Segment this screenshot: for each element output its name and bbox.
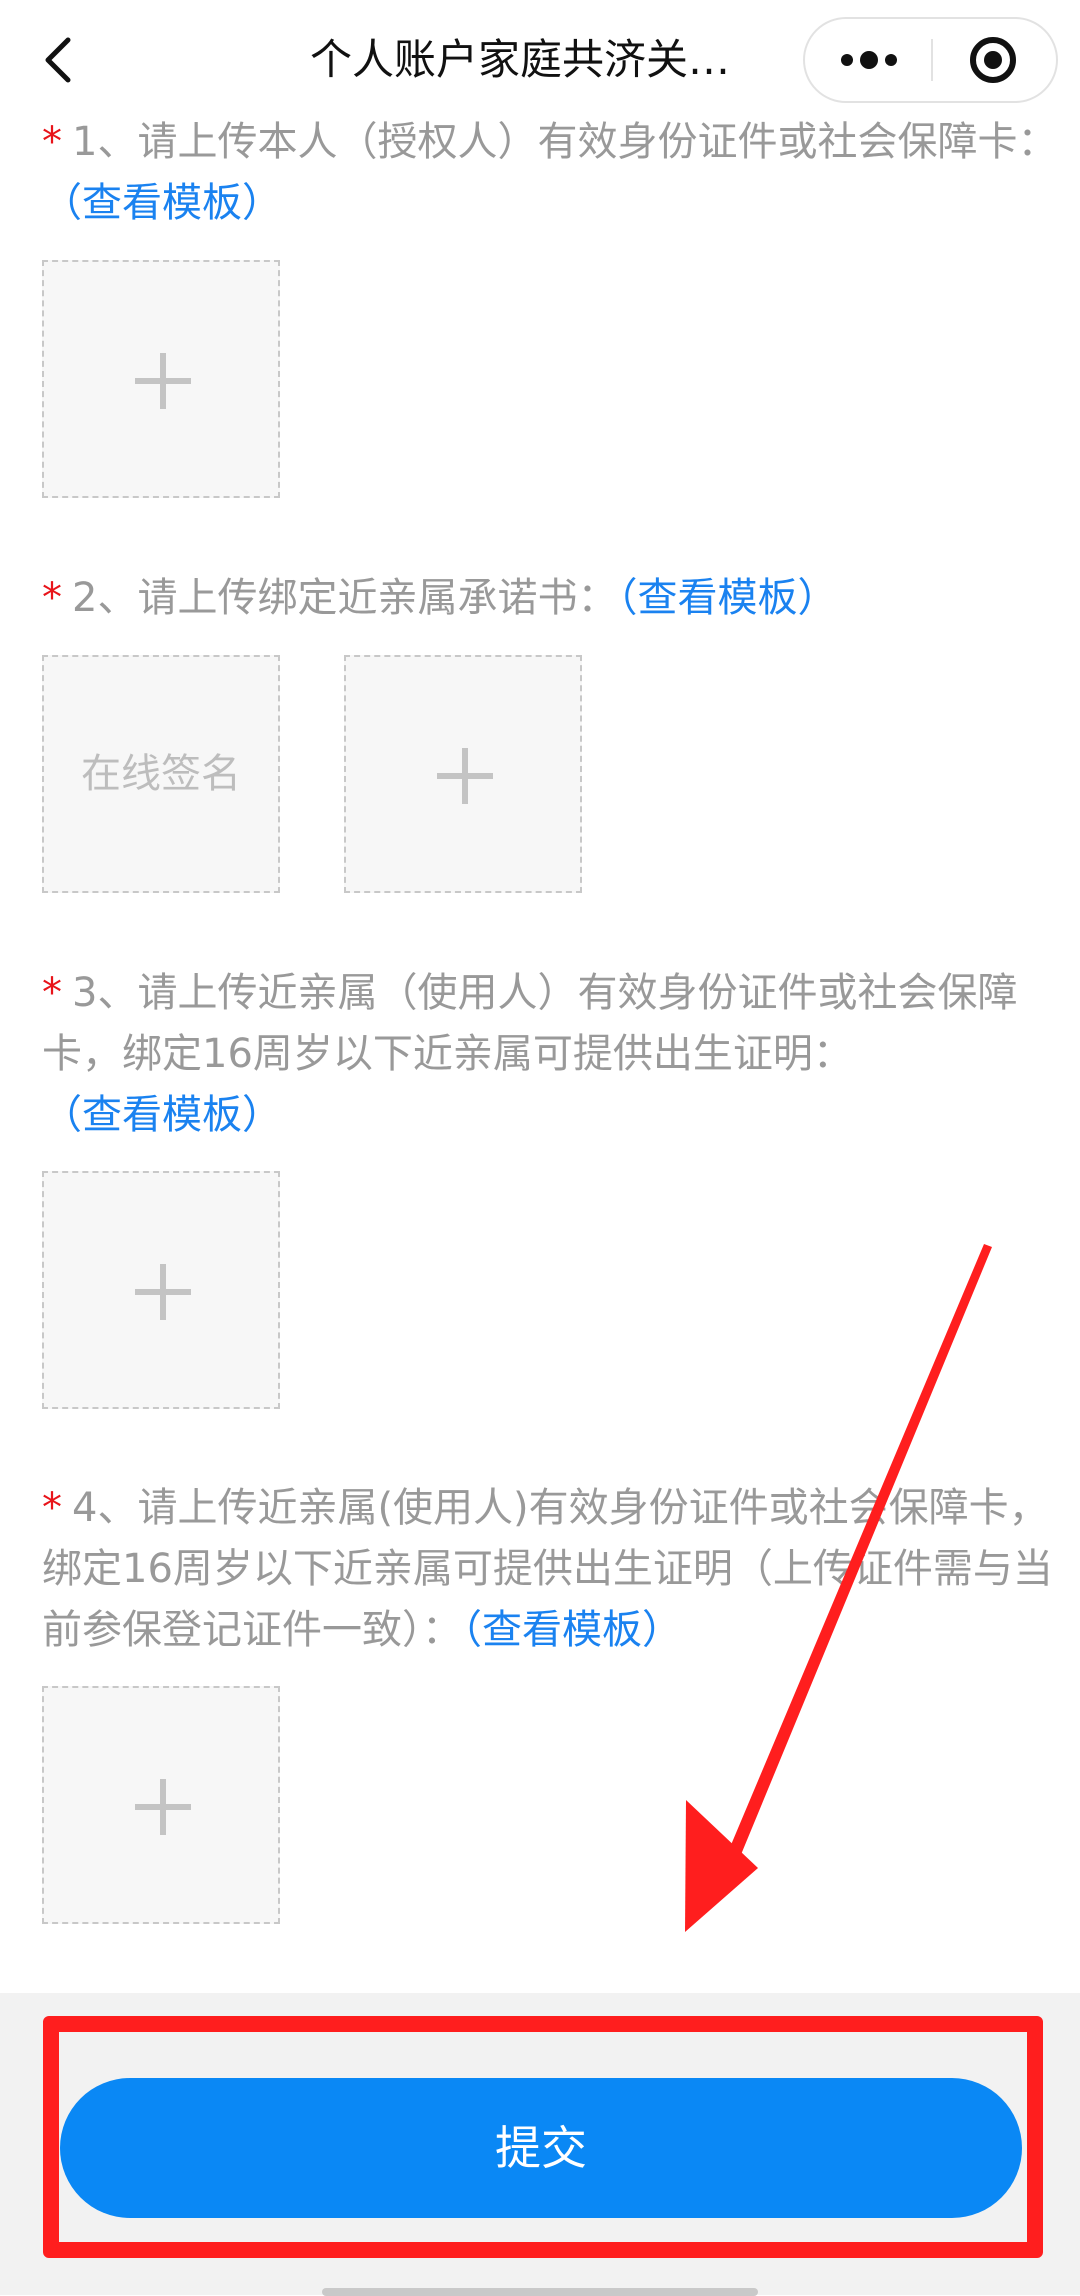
required-mark: * <box>42 575 62 621</box>
required-mark: * <box>42 970 62 1016</box>
required-mark: * <box>42 1485 62 1531</box>
upload-box-1[interactable] <box>42 260 280 498</box>
nav-bar: 个人账户家庭共济关… <box>0 0 1080 122</box>
section-3-instruction: * 3、请上传近亲属（使用人）有效身份证件或社会保障卡，绑定16周岁以下近亲属可提… <box>42 963 1072 1146</box>
annotation-highlight-box <box>43 2016 1043 2258</box>
upload-box-2[interactable] <box>344 655 582 893</box>
chevron-left-icon <box>45 37 71 83</box>
section-1-text: 1、请上传本人（授权人）有效身份证件或社会保障卡： <box>72 119 1058 165</box>
view-template-link-4[interactable]: （查看模板） <box>462 1607 682 1653</box>
mini-program-close-icon <box>970 37 1016 83</box>
section-2-text: 2、请上传绑定近亲属承诺书： <box>72 575 618 621</box>
mini-program-capsule <box>803 17 1058 103</box>
required-mark: * <box>42 119 62 165</box>
view-template-link-2[interactable]: （查看模板） <box>617 575 837 621</box>
section-1-instruction: * 1、请上传本人（授权人）有效身份证件或社会保障卡： （查看模板） <box>42 112 1072 234</box>
section-3-text: 3、请上传近亲属（使用人）有效身份证件或社会保障卡，绑定16周岁以下近亲属可提供… <box>42 970 1018 1077</box>
upload-box-4[interactable] <box>42 1686 280 1924</box>
upload-box-3[interactable] <box>42 1171 280 1409</box>
more-dots-icon <box>841 51 897 69</box>
online-signature-box[interactable]: 在线签名 <box>42 655 280 893</box>
online-signature-label: 在线签名 <box>81 751 241 797</box>
section-4-instruction: * 4、请上传近亲属(使用人)有效身份证件或社会保障卡，绑定16周岁以下近亲属可提… <box>42 1478 1072 1661</box>
more-button[interactable] <box>805 19 931 101</box>
section-2-instruction: * 2、请上传绑定近亲属承诺书：（查看模板） <box>42 568 1072 629</box>
page-title: 个人账户家庭共济关… <box>310 35 731 84</box>
close-button[interactable] <box>933 19 1058 101</box>
view-template-link-1[interactable]: （查看模板） <box>42 180 282 226</box>
back-button[interactable] <box>30 30 90 90</box>
view-template-link-3[interactable]: （查看模板） <box>42 1092 282 1138</box>
